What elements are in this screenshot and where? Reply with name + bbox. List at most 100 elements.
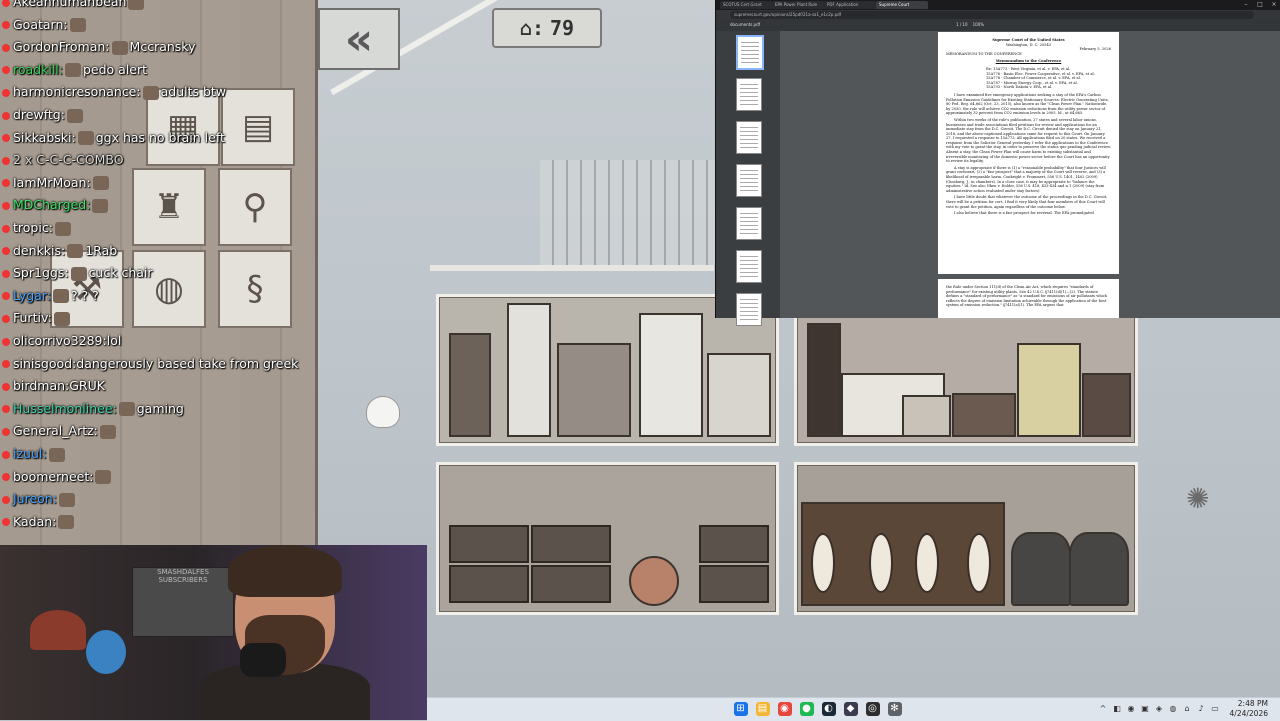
system-clock[interactable]: 2:48 PM 4/24/2026 <box>1230 699 1268 719</box>
ghost-cursor-icon <box>366 396 400 428</box>
doc-to: MEMORANDUM TO THE CONFERENCE <box>946 51 1022 56</box>
volume-icon[interactable]: ♪ <box>1196 704 1206 714</box>
chat-text: lol <box>106 333 122 348</box>
pdf-thumbnail[interactable] <box>736 293 762 326</box>
chrome-icon[interactable]: ◉ <box>777 702 792 716</box>
network-icon[interactable]: ⌂ <box>1182 704 1192 714</box>
chat-username[interactable]: Sikkabski: <box>13 130 76 145</box>
tray-app-icon[interactable]: ◈ <box>1154 704 1164 714</box>
chat-username[interactable]: IamMrMoan: <box>13 175 91 190</box>
pdf-page-controls[interactable]: 1 / 10 100% <box>956 22 984 27</box>
chat-text: ggx has no brain left <box>95 129 225 145</box>
chat-message: sinisgood:dangerously based take from gr… <box>2 354 298 374</box>
chat-username[interactable]: Goatarn: <box>13 17 68 32</box>
start-button[interactable]: ⊞ <box>733 702 748 716</box>
chat-badge-icon <box>2 314 10 323</box>
back-button[interactable]: « <box>318 8 400 70</box>
obs-icon[interactable]: ◎ <box>865 702 880 716</box>
chat-message: Kadan: <box>2 512 76 532</box>
chat-username[interactable]: Husselmonlinee: <box>13 401 117 416</box>
chat-username[interactable]: Spr1ggs: <box>13 265 69 280</box>
pdf-thumbnail[interactable] <box>736 121 762 154</box>
chat-username[interactable]: tropic: <box>13 220 53 235</box>
chat-message: Sikkabski: ggx has no brain left <box>2 128 225 148</box>
cabinet-bottom-right[interactable] <box>794 462 1138 615</box>
tray-app-icon[interactable]: ◧ <box>1112 704 1122 714</box>
browser-tab[interactable]: Supreme Court <box>876 1 928 9</box>
chat-username[interactable]: MDCharged: <box>13 197 90 212</box>
chat-username[interactable]: Jureon: <box>13 491 57 506</box>
file-explorer-icon[interactable]: ▤ <box>755 702 770 716</box>
chat-username[interactable]: Furtiv: <box>13 310 52 325</box>
chat-username[interactable]: boomerneet: <box>13 469 93 484</box>
pdf-thumbnail[interactable] <box>736 250 762 283</box>
chat-message: Goatarn: <box>2 15 88 35</box>
chat-badge-icon <box>2 292 10 301</box>
chat-message: birdman:GRUK <box>2 376 105 396</box>
chat-username[interactable]: olicorrivo3289: <box>13 333 107 348</box>
pdf-thumbnail[interactable] <box>736 78 762 111</box>
browser-window[interactable]: SCOTUS Cert Grant EPA Power Plant Rule PDF… <box>715 0 1280 326</box>
pdf-zoom[interactable]: 100% <box>973 22 984 27</box>
chat-message: roadkill: pedo alert <box>2 60 147 80</box>
chat-badge-icon <box>2 43 10 52</box>
chat-emote-icon <box>77 131 94 146</box>
chat-badge-icon <box>2 156 10 165</box>
chat-username[interactable]: Kadan: <box>13 514 56 529</box>
pdf-filename: documents.pdf <box>730 22 761 27</box>
chat-username[interactable]: Akeanhumanbean <box>13 0 126 9</box>
chat-username[interactable]: roadkill: <box>13 62 63 77</box>
chat-badge-icon <box>2 111 10 120</box>
pdf-page-2: the Rule under Section 111(d) of the Cle… <box>938 279 1119 318</box>
chat-username[interactable]: denkkis: <box>13 243 65 258</box>
pdf-thumbnail[interactable] <box>736 35 764 70</box>
settings-icon[interactable]: ✻ <box>887 702 902 716</box>
chat-username[interactable]: harmonicresonance: <box>13 84 141 99</box>
minimize-icon[interactable]: – <box>1239 0 1253 10</box>
pdf-thumbnail-sidebar[interactable] <box>716 31 780 326</box>
microphone-icon <box>240 643 286 677</box>
steam-icon[interactable]: ◐ <box>821 702 836 716</box>
pdf-page-indicator[interactable]: 1 / 10 <box>956 22 968 27</box>
chat-username[interactable]: izuul: <box>13 446 47 461</box>
chat-emote-icon <box>99 424 116 439</box>
clock-time: 2:48 PM <box>1237 699 1268 708</box>
chat-username[interactable]: 2 x C-C-C-COMBO <box>13 152 124 167</box>
chat-username[interactable]: GordonFroman: <box>13 39 110 54</box>
pdf-document-area[interactable]: Supreme Court of the United States Washi… <box>780 31 1280 318</box>
browser-tab[interactable]: PDF Application <box>824 1 876 9</box>
pdf-thumbnail[interactable] <box>736 207 762 240</box>
tray-app-icon[interactable]: ◉ <box>1126 704 1136 714</box>
browser-tab[interactable]: SCOTUS Cert Grant <box>720 1 772 9</box>
chat-badge-icon <box>2 224 10 233</box>
cabinet-bottom-left[interactable] <box>436 462 779 615</box>
maximize-icon[interactable]: □ <box>1253 0 1267 10</box>
pdf-thumbnail[interactable] <box>736 164 762 197</box>
chat-text: GRUK <box>69 378 105 394</box>
chat-username[interactable]: sinisgood: <box>13 356 76 371</box>
url-input[interactable]: supremecourt.gov/opinions/25pdf/21a-sa1_… <box>730 11 1254 19</box>
chevron-up-icon[interactable]: ^ <box>1098 704 1108 714</box>
chat-username[interactable]: General_Artz: <box>13 423 98 438</box>
chat-badge-icon <box>2 179 10 188</box>
chat-message: General_Artz: <box>2 421 118 441</box>
battery-icon[interactable]: ▭ <box>1210 704 1220 714</box>
browser-tab[interactable]: EPA Power Plant Rule <box>772 1 824 9</box>
item-counter: ⌂: 79 <box>492 8 602 48</box>
wall-calendar: SMASHDALFES SUBSCRIBERS <box>132 567 234 637</box>
tray-app-icon[interactable]: ▣ <box>1140 704 1150 714</box>
twitch-icon[interactable]: ◆ <box>843 702 858 716</box>
chat-username[interactable]: drewftg: <box>13 107 65 122</box>
chat-message: Spr1ggs: cuck chair <box>2 263 153 283</box>
shelf-stack <box>540 160 715 265</box>
close-icon[interactable]: × <box>1267 0 1280 10</box>
chat-text: 1Rab <box>85 242 118 258</box>
chat-text: ? ? ? <box>70 287 99 303</box>
chat-username[interactable]: Lygar: <box>13 288 51 303</box>
chat-username[interactable]: birdman: <box>13 378 69 393</box>
windows-taskbar: ⊞ ▤ ◉ ● ◐ ◆ ◎ ✻ ^ ◧ ◉ ▣ ◈ ◍ ⌂ ♪ ▭ 2:48 PM 4/24/… <box>427 697 1280 721</box>
chat-text: Mccransky <box>129 39 196 55</box>
tray-app-icon[interactable]: ◍ <box>1168 704 1178 714</box>
spotify-icon[interactable]: ● <box>799 702 814 716</box>
blue-figurine <box>86 630 126 674</box>
